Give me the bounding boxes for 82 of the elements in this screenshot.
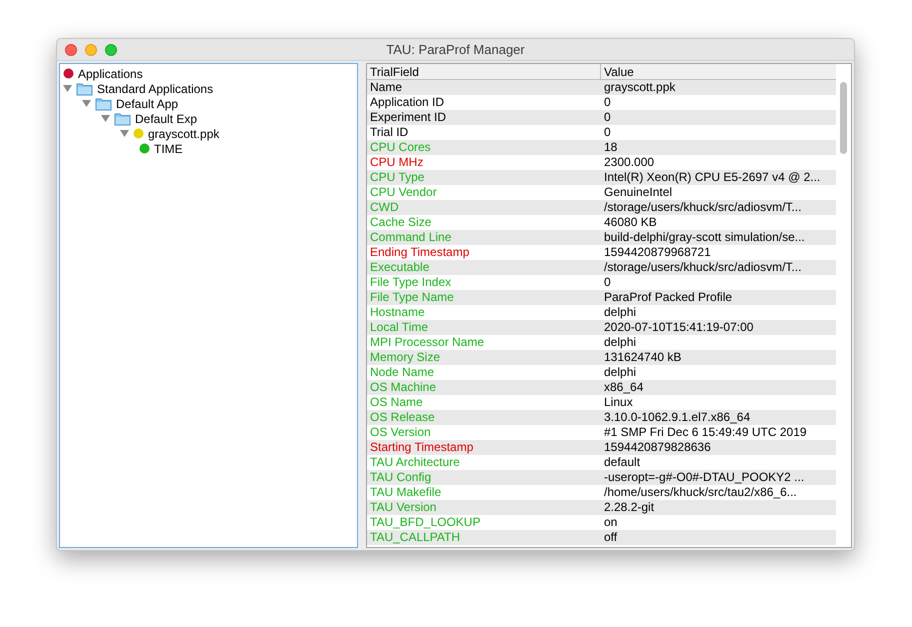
field-cell-text: CPU Cores	[369, 140, 432, 155]
zoom-button[interactable]	[105, 44, 117, 56]
field-cell-text: TAU Makefile	[369, 485, 442, 500]
scrollbar-thumb[interactable]	[840, 82, 847, 154]
value-cell-text: off	[603, 530, 618, 545]
value-cell-text: /home/users/khuck/src/tau2/x86_6...	[603, 485, 798, 500]
value-cell-text: default	[603, 455, 642, 470]
expanded-triangle-icon[interactable]	[120, 129, 129, 138]
value-cell-text: ParaProf Packed Profile	[603, 290, 734, 305]
value-cell-text: /storage/users/khuck/src/adiosvm/T...	[603, 260, 802, 275]
field-cell-text: Node Name	[369, 365, 436, 380]
field-cell-text: Trial ID	[369, 125, 410, 140]
tree-item[interactable]: TIME	[154, 140, 183, 158]
field-cell-text: Local Time	[369, 320, 430, 335]
field-cell-text: OS Name	[369, 395, 424, 410]
value-cell-text: 1594420879828636	[603, 440, 712, 455]
tree-item[interactable]: Default Exp	[135, 110, 198, 128]
value-cell-text: on	[603, 515, 618, 530]
value-cell-text: 1594420879968721	[603, 245, 712, 260]
field-cell-text: OS Release	[369, 410, 436, 425]
value-cell-text: 0	[603, 125, 612, 140]
field-cell-text: TAU Config	[369, 470, 432, 485]
field-cell-text: CPU MHz	[369, 155, 424, 170]
value-cell-text: 2.28.2-git	[603, 500, 656, 515]
value-cell-text: Linux	[603, 395, 634, 410]
field-cell-text: Memory Size	[369, 350, 442, 365]
field-cell-text: MPI Processor Name	[369, 335, 486, 350]
folder-icon	[76, 82, 93, 96]
field-cell-text: TAU Architecture	[369, 455, 461, 470]
field-cell-text: File Type Index	[369, 275, 452, 290]
field-cell-text: Name	[369, 80, 404, 95]
value-cell-text: 2020-07-10T15:41:19-07:00	[603, 320, 754, 335]
value-cell-text: 2300.000	[603, 155, 656, 170]
value-cell-text: build-delphi/gray-scott simulation/se...	[603, 230, 806, 245]
value-cell-text: x86_64	[603, 380, 644, 395]
value-cell-text: delphi	[603, 335, 638, 350]
field-cell-text: CPU Type	[369, 170, 426, 185]
value-cell-text: grayscott.ppk	[603, 80, 676, 95]
folder-icon	[114, 112, 131, 126]
field-cell-text: Cache Size	[369, 215, 432, 230]
tree-item[interactable]: Standard Applications	[97, 80, 214, 98]
field-cell-text: Hostname	[369, 305, 426, 320]
value-cell-text: 0	[603, 95, 612, 110]
field-cell-text: TAU Version	[369, 500, 438, 515]
value-cell-text: #1 SMP Fri Dec 6 15:49:49 UTC 2019	[603, 425, 808, 440]
field-cell-text: CPU Vendor	[369, 185, 438, 200]
value-cell-text: 0	[603, 275, 612, 290]
value-cell-text: -useropt=-g#-O0#-DTAU_POOKY2 ...	[603, 470, 806, 485]
value-cell-text: 18	[603, 140, 618, 155]
column-header[interactable]: Value	[601, 64, 836, 79]
field-cell-text: CWD	[369, 200, 400, 215]
value-cell-text: delphi	[603, 305, 638, 320]
field-cell-text: Ending Timestamp	[369, 245, 470, 260]
value-cell-text: delphi	[603, 365, 638, 380]
minimize-button[interactable]	[85, 44, 97, 56]
tree-item[interactable]: Applications	[78, 64, 143, 82]
field-cell-text: Command Line	[369, 230, 452, 245]
expanded-triangle-icon[interactable]	[63, 84, 72, 93]
window-title: TAU: ParaProf Manager	[386, 40, 525, 59]
field-cell-text: OS Version	[369, 425, 432, 440]
value-cell-text: Intel(R) Xeon(R) CPU E5-2697 v4 @ 2...	[603, 170, 822, 185]
field-cell-text: Application ID	[369, 95, 446, 110]
value-cell-text: GenuineIntel	[603, 185, 674, 200]
field-cell-text: OS Machine	[369, 380, 438, 395]
value-cell-text: /storage/users/khuck/src/adiosvm/T...	[603, 200, 802, 215]
field-cell-text: File Type Name	[369, 290, 455, 305]
field-cell-text: Executable	[369, 260, 430, 275]
close-button[interactable]	[65, 44, 77, 56]
value-cell-text: 131624740 kB	[603, 350, 682, 365]
column-header[interactable]: TrialField	[367, 64, 601, 79]
field-cell-text: Starting Timestamp	[369, 440, 474, 455]
tree-item[interactable]: grayscott.ppk	[148, 124, 220, 142]
tree-item[interactable]: Default App	[116, 94, 178, 112]
value-cell-text: 46080 KB	[603, 215, 658, 230]
expanded-triangle-icon[interactable]	[82, 99, 91, 108]
value-cell-text: 3.10.0-1062.9.1.el7.x86_64	[603, 410, 752, 425]
value-cell-text: 0	[603, 110, 612, 125]
field-cell-text: Experiment ID	[369, 110, 448, 125]
expanded-triangle-icon[interactable]	[101, 114, 110, 123]
field-cell-text: TAU_BFD_LOOKUP	[369, 515, 482, 530]
folder-icon	[95, 96, 112, 110]
field-cell-text: TAU_CALLPATH	[369, 530, 462, 545]
